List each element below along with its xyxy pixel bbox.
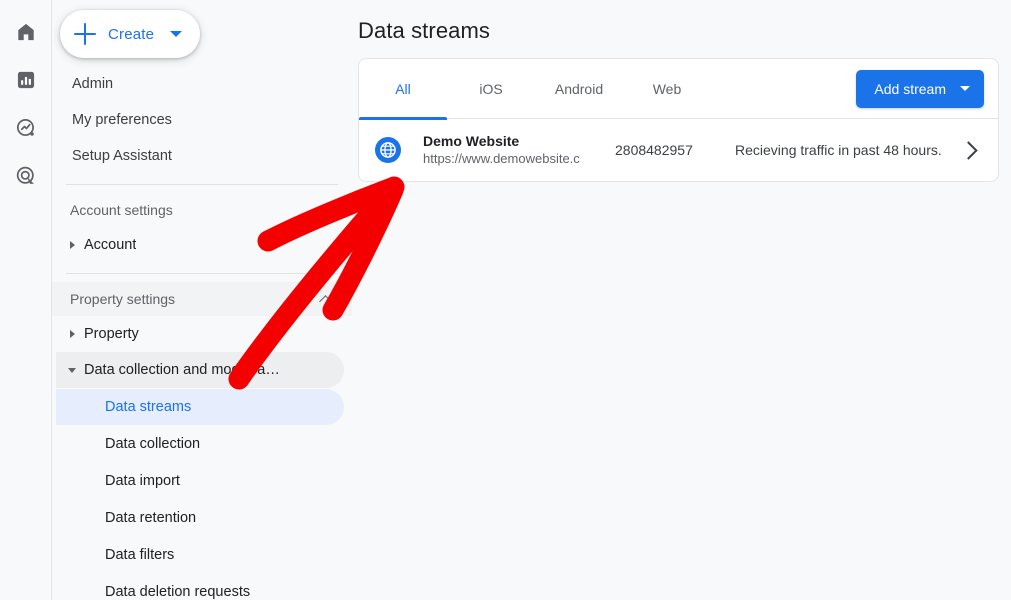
section-header-label: Account settings (70, 202, 320, 218)
data-streams-card: All iOS Android Web Add stream (358, 58, 999, 182)
plus-icon (74, 23, 96, 45)
create-button[interactable]: Create (60, 10, 200, 58)
tabs: All iOS Android Web (359, 59, 856, 119)
section-header-property-settings[interactable]: Property settings (52, 282, 352, 316)
sidebar-item-data-collection-and-modification[interactable]: Data collection and modifica… (56, 352, 344, 388)
sidebar-item-label: My preferences (72, 112, 172, 128)
advertising-icon[interactable] (10, 160, 42, 192)
tab-label: Web (653, 81, 682, 97)
stream-status: Recieving traffic in past 48 hours. (735, 141, 958, 160)
sidebar-divider-1 (66, 184, 338, 185)
triangle-right-icon (64, 330, 80, 338)
tab-web[interactable]: Web (623, 59, 711, 119)
add-stream-label: Add stream (874, 81, 946, 97)
sidebar-item-label: Property (84, 326, 139, 342)
add-stream-button[interactable]: Add stream (856, 70, 984, 108)
stream-url: https://www.demowebsite.c (423, 150, 615, 167)
tab-android[interactable]: Android (535, 59, 623, 119)
stream-id: 2808482957 (615, 142, 735, 158)
sidebar-item-label: Data filters (105, 547, 174, 563)
sidebar-item-account[interactable]: Account (56, 227, 344, 263)
sidebar-item-data-import[interactable]: Data import (56, 463, 344, 499)
sidebar-item-data-collection[interactable]: Data collection (56, 426, 344, 462)
sidebar-item-data-filters[interactable]: Data filters (56, 537, 344, 573)
main-content: Data streams All iOS Android Web (352, 0, 1011, 600)
explore-icon[interactable] (10, 112, 42, 144)
table-row[interactable]: Demo Website https://www.demowebsite.c 2… (359, 119, 998, 181)
sidebar: Create Admin My preferences Setup Assist… (52, 0, 352, 600)
home-icon[interactable] (10, 16, 42, 48)
chevron-up-icon (320, 293, 332, 305)
sidebar-divider-2 (66, 273, 338, 274)
chevron-up-icon (320, 204, 332, 216)
sidebar-item-label: Data streams (105, 399, 191, 415)
sidebar-item-label: Data retention (105, 510, 196, 526)
sidebar-item-label: Data deletion requests (105, 584, 250, 600)
tab-ios[interactable]: iOS (447, 59, 535, 119)
sidebar-item-setup-assistant[interactable]: Setup Assistant (52, 138, 352, 174)
page-title: Data streams (358, 18, 997, 44)
sidebar-item-label: Data import (105, 473, 180, 489)
tab-all[interactable]: All (359, 59, 447, 119)
stream-name: Demo Website (423, 133, 615, 150)
globe-icon (375, 137, 401, 163)
sidebar-item-label: Admin (72, 76, 113, 92)
sidebar-item-data-streams[interactable]: Data streams (56, 389, 344, 425)
app-root: Create Admin My preferences Setup Assist… (0, 0, 1011, 600)
tab-label: iOS (479, 81, 502, 97)
sidebar-item-label: Setup Assistant (72, 148, 172, 164)
create-button-wrap: Create (52, 0, 352, 66)
chevron-down-icon (960, 86, 970, 91)
tab-label: All (395, 81, 411, 97)
stream-name-column: Demo Website https://www.demowebsite.c (423, 133, 615, 167)
sidebar-item-my-preferences[interactable]: My preferences (52, 102, 352, 138)
sidebar-item-data-deletion-requests[interactable]: Data deletion requests (56, 574, 344, 600)
section-header-label: Property settings (70, 291, 320, 307)
chevron-right-icon[interactable] (958, 139, 980, 161)
reports-icon[interactable] (10, 64, 42, 96)
sidebar-item-label: Data collection and modifica… (84, 362, 280, 378)
sidebar-item-property[interactable]: Property (56, 316, 344, 352)
triangle-right-icon (64, 241, 80, 249)
triangle-down-icon (64, 368, 80, 373)
create-button-label: Create (108, 26, 154, 43)
sidebar-item-data-retention[interactable]: Data retention (56, 500, 344, 536)
sidebar-item-label: Data collection (105, 436, 200, 452)
icon-rail (0, 0, 52, 600)
chevron-down-icon (170, 31, 182, 37)
section-header-account-settings[interactable]: Account settings (52, 193, 352, 227)
tab-label: Android (555, 81, 603, 97)
sidebar-top-links: Admin My preferences Setup Assistant (52, 66, 352, 174)
sidebar-item-label: Account (84, 237, 136, 253)
tab-bar: All iOS Android Web Add stream (359, 59, 998, 119)
sidebar-item-admin[interactable]: Admin (52, 66, 352, 102)
